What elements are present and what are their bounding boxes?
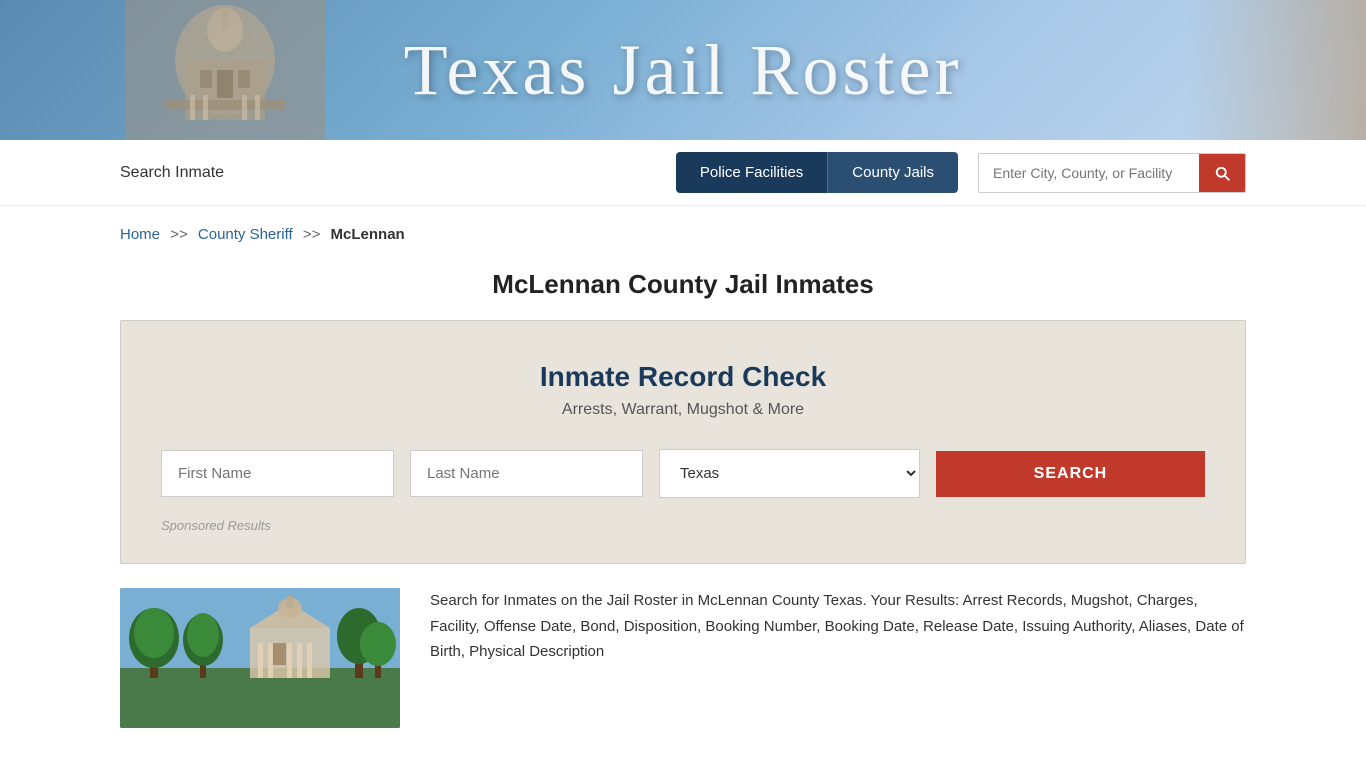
last-name-input[interactable] [410, 450, 643, 497]
breadcrumb-home[interactable]: Home [120, 226, 160, 243]
facility-search-wrapper [978, 153, 1246, 193]
police-facilities-button[interactable]: Police Facilities [676, 152, 827, 193]
county-jails-button[interactable]: County Jails [827, 152, 958, 193]
nav-buttons: Police Facilities County Jails [676, 152, 958, 193]
breadcrumb-county-sheriff[interactable]: County Sheriff [198, 226, 293, 243]
facility-search-input[interactable] [979, 155, 1199, 191]
record-check-subtitle: Arrests, Warrant, Mugshot & More [161, 401, 1205, 419]
header-banner: Texas Jail Roster [0, 0, 1366, 140]
breadcrumb-sep2: >> [303, 226, 321, 243]
record-check-form: AlabamaAlaskaArizonaArkansasCaliforniaCo… [161, 449, 1205, 498]
bottom-section: Search for Inmates on the Jail Roster in… [0, 588, 1366, 728]
page-title: McLennan County Jail Inmates [0, 253, 1366, 320]
first-name-input[interactable] [161, 450, 394, 497]
breadcrumb-current: McLennan [331, 226, 405, 243]
keys-decoration [1186, 0, 1366, 140]
search-inmate-label: Search Inmate [120, 164, 656, 182]
record-check-box: Inmate Record Check Arrests, Warrant, Mu… [120, 320, 1246, 564]
site-title: Texas Jail Roster [404, 29, 963, 112]
facility-search-button[interactable] [1199, 154, 1245, 192]
breadcrumb-sep1: >> [170, 226, 188, 243]
record-check-title: Inmate Record Check [161, 361, 1205, 393]
capitol-illustration [125, 0, 325, 140]
search-icon [1213, 164, 1231, 182]
sponsored-label: Sponsored Results [161, 518, 1205, 533]
state-select[interactable]: AlabamaAlaskaArizonaArkansasCaliforniaCo… [659, 449, 920, 498]
bottom-description: Search for Inmates on the Jail Roster in… [430, 588, 1246, 728]
navbar: Search Inmate Police Facilities County J… [0, 140, 1366, 206]
record-search-button[interactable]: SEARCH [936, 451, 1205, 497]
county-image [120, 588, 400, 728]
breadcrumb: Home >> County Sheriff >> McLennan [0, 206, 1366, 253]
